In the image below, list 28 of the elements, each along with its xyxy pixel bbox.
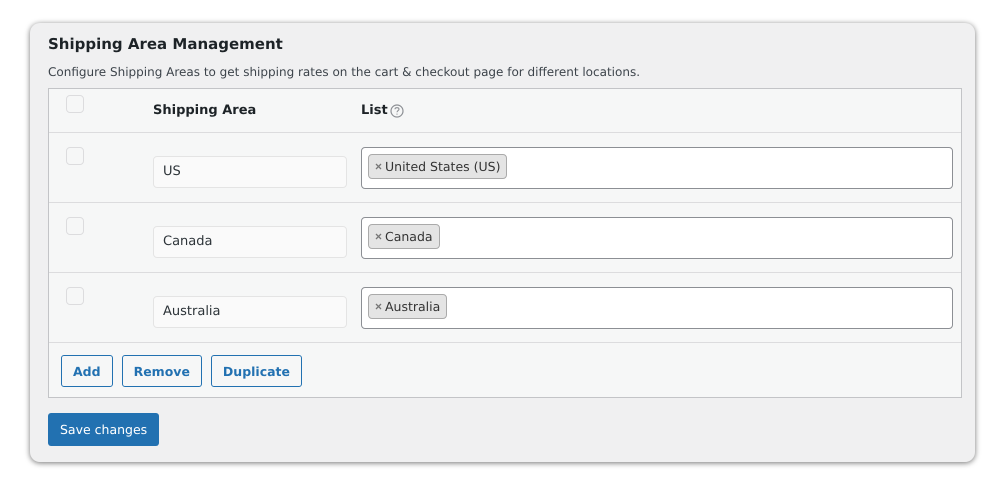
- country-name: Canada: [385, 228, 433, 244]
- country-name: Australia: [385, 298, 440, 314]
- table-action-button[interactable]: Duplicate: [210, 355, 302, 387]
- area-name-field[interactable]: Canada: [153, 226, 347, 258]
- remove-icon[interactable]: [375, 162, 382, 170]
- save-button[interactable]: Save changes: [48, 413, 160, 446]
- country-tag[interactable]: Canada: [368, 224, 440, 248]
- row-checkbox[interactable]: [66, 217, 84, 235]
- column-header: List: [361, 103, 388, 118]
- help-icon[interactable]: [390, 104, 404, 118]
- column-header: Shipping Area: [153, 103, 256, 118]
- section-description: Configure Shipping Areas to get shipping rates on the cart & checkout page for different locations.: [48, 65, 642, 79]
- country-tag[interactable]: Australia: [368, 294, 448, 318]
- row-checkbox[interactable]: [66, 147, 84, 165]
- select-all-checkbox[interactable]: [66, 95, 84, 113]
- row-checkbox[interactable]: [66, 287, 84, 305]
- area-name-field[interactable]: Australia: [153, 296, 347, 328]
- country-name: United States (US): [385, 158, 500, 174]
- table-action-button[interactable]: Add: [61, 355, 113, 387]
- area-name-field[interactable]: US: [153, 156, 347, 188]
- country-select-field[interactable]: United States (US): [361, 146, 953, 188]
- remove-icon[interactable]: [375, 302, 382, 310]
- table-action-button[interactable]: Remove: [122, 355, 202, 387]
- country-tag[interactable]: United States (US): [368, 154, 508, 178]
- remove-icon[interactable]: [375, 232, 382, 240]
- section-title: Shipping Area Management: [48, 35, 284, 55]
- country-select-field[interactable]: Australia: [361, 286, 953, 328]
- country-select-field[interactable]: Canada: [361, 216, 953, 258]
